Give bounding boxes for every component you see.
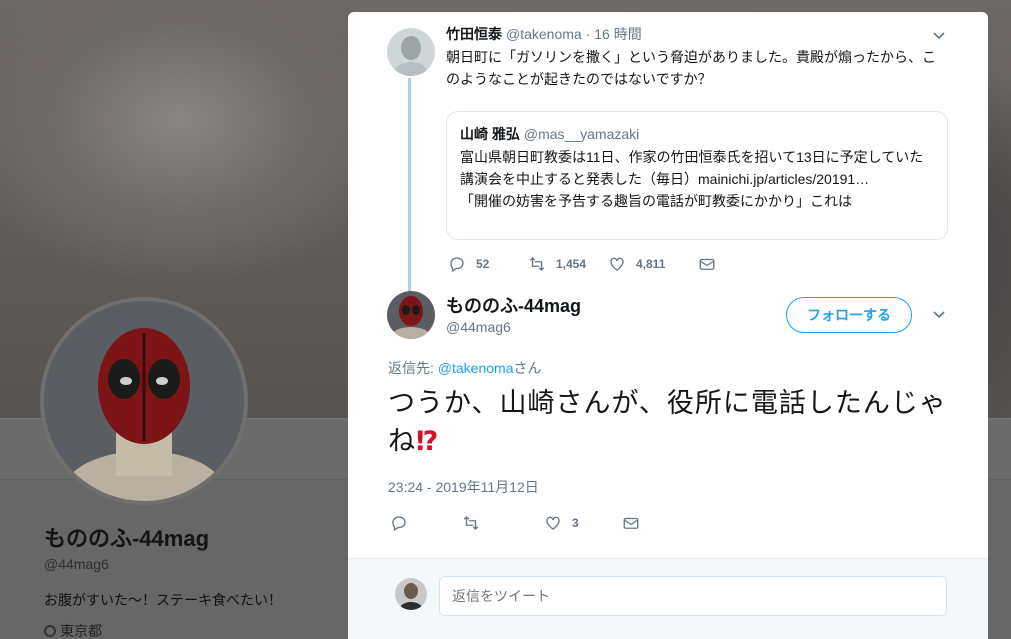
quoted-author-name: 山崎 雅弘 [460,126,520,142]
reply-icon [392,516,406,531]
envelope-icon [699,258,715,270]
location-pin-icon [44,625,56,637]
quoted-text-line-2: 「開催の妨害を予告する趣旨の電話が町教委にかかり」これは [460,193,852,209]
tweet-modal: 竹田恒泰 @takenoma · 16 時間 朝日町に「ガソリンを撒く」という脅… [348,12,988,639]
reply-to-prefix: 返信先: [388,360,438,376]
reply-action[interactable]: 52 [448,255,528,273]
heart-icon [546,516,560,530]
parent-tweet-time[interactable]: · 16 時間 [586,24,642,44]
reply-to-suffix: さん [513,360,542,376]
profile-name[interactable]: もののふ-44mag [44,521,209,553]
quoted-author-handle: @mas__yamazaki [523,126,640,142]
follow-button[interactable]: フォローする [786,297,912,333]
main-author-name[interactable]: もののふ-44mag [446,292,581,318]
quoted-text-line-1: 富山県朝日町教委は11日、作家の竹田恒泰氏を招いて13日に予定していた講演会を中… [460,149,924,187]
main-author-handle[interactable]: @44mag6 [446,319,511,335]
profile-handle: @44mag6 [44,556,109,572]
parent-tweet-text: 朝日町に「ガソリンを撒く」という脅迫がありました。貴殿が煽ったから、このようなこ… [446,49,936,87]
main-reply-action[interactable] [390,514,462,532]
profile-location-text: 東京都 [60,623,102,639]
parent-author-handle[interactable]: @takenoma [506,26,582,42]
profile-location: 東京都 [44,621,102,639]
parent-author-name[interactable]: 竹田恒泰 [446,24,502,44]
direct-message-action[interactable] [698,255,716,273]
reply-to-handle-link[interactable]: @takenoma [438,360,514,376]
main-like-action[interactable]: 3 [544,514,622,532]
main-tweet-text: つうか、山崎さんが、役所に電話したんじゃね⁉ [388,384,948,460]
reply-count: 52 [476,257,490,271]
tweet-timestamp[interactable]: 23:24 - 2019年11月12日 [388,477,539,497]
parent-tweet-actions: 52 1,454 4,811 [448,255,716,273]
thread-connector-line [408,78,411,296]
quoted-tweet-card[interactable]: 山崎 雅弘 @mas__yamazaki 富山県朝日町教委は11日、作家の竹田恒… [446,111,948,240]
retweet-icon [529,257,545,271]
parent-menu-chevron-down-icon[interactable] [930,28,948,46]
quoted-text-fade [447,223,947,239]
reply-composer [348,558,988,639]
heart-icon [610,257,624,271]
retweet-count: 1,454 [556,257,587,271]
reply-to-line: 返信先: @takenomaさん [388,358,541,378]
quoted-tweet-text: 富山県朝日町教委は11日、作家の竹田恒泰氏を招いて13日に予定していた講演会を中… [460,146,933,212]
parent-avatar[interactable] [387,28,435,76]
main-like-count: 3 [572,516,579,530]
main-direct-message-action[interactable] [622,514,640,532]
like-count: 4,811 [636,257,666,271]
main-menu-chevron-down-icon[interactable] [930,307,948,325]
envelope-icon [623,517,639,529]
main-tweet-actions: 3 [390,514,640,532]
parent-tweet-header: 竹田恒泰 @takenoma · 16 時間 [446,24,642,44]
profile-avatar[interactable] [40,297,248,505]
retweet-action[interactable]: 1,454 [528,255,608,273]
retweet-icon [463,516,479,530]
main-tweet-body: つうか、山崎さんが、役所に電話したんじゃね [388,388,947,456]
reply-icon [450,257,464,272]
main-retweet-action[interactable] [462,514,544,532]
reply-tweet-input[interactable] [439,576,947,616]
main-author-avatar[interactable] [387,291,435,339]
current-user-avatar [395,578,427,610]
quoted-tweet-header: 山崎 雅弘 @mas__yamazaki [460,124,933,144]
like-action[interactable]: 4,811 [608,255,698,273]
interrobang-emoji: ⁉ [416,426,440,456]
profile-bio: お腹がすいた〜！ステーキ食べたい！ [44,592,282,608]
